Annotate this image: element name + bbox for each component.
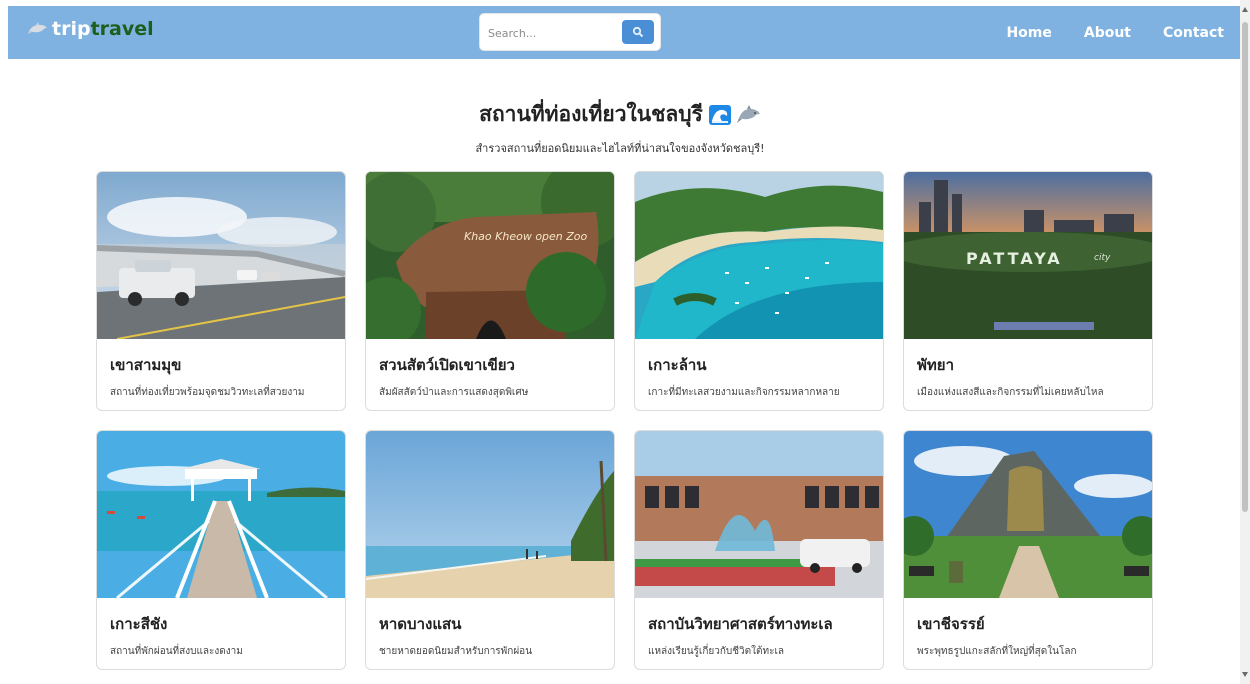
- khao-sam-muk-photo: [97, 172, 345, 339]
- nav-home-link[interactable]: Home: [1006, 25, 1051, 41]
- attraction-card[interactable]: เกาะล้าน เกาะที่มีทะเลสวยงามและกิจกรรมหล…: [634, 171, 884, 411]
- khao-chi-chan-photo: [904, 431, 1152, 598]
- magnifier-icon: [632, 26, 644, 38]
- attraction-card[interactable]: สถาบันวิทยาศาสตร์ทางทะเล แหล่งเรียนรู้เก…: [634, 430, 884, 670]
- scroll-up-icon[interactable]: [1242, 7, 1248, 12]
- card-title: สถาบันวิทยาศาสตร์ทางทะเล: [648, 615, 833, 633]
- pattaya-photo: PATTAYA city: [904, 172, 1152, 339]
- attraction-card[interactable]: เกาะสีชัง สถานที่พักผ่อนที่สงบและงดงาม: [96, 430, 346, 670]
- card-description: สถานที่พักผ่อนที่สงบและงดงาม: [110, 646, 243, 657]
- dolphin-logo-icon: [28, 22, 47, 34]
- card-description: เมืองแห่งแสงสีและกิจกรรมที่ไม่เคยหลับไหล: [917, 387, 1104, 398]
- card-description: แหล่งเรียนรู้เกี่ยวกับชีวิตใต้ทะเล: [648, 646, 785, 657]
- attractions-grid: เขาสามมุข สถานที่ท่องเที่ยวพร้อมจุดชมวิว…: [96, 171, 1153, 670]
- card-description: พระพุทธรูปแกะสลักที่ใหญ่ที่สุดในโลก: [917, 646, 1077, 657]
- card-title: เขาสามมุข: [110, 356, 182, 374]
- attraction-card[interactable]: PATTAYA city พัทยา เมืองแห่งแสงสีและกิจก…: [903, 171, 1153, 411]
- card-title: หาดบางแสน: [379, 615, 462, 633]
- pattaya-city-text: city: [1094, 253, 1111, 263]
- marine-science-institute-photo: [635, 431, 883, 598]
- koh-larn-photo: [635, 172, 883, 339]
- page-heading: สถานที่ท่องเที่ยวในชลบุรี สำรวจสถานที่ยอ…: [0, 98, 1240, 157]
- nav-contact-link[interactable]: Contact: [1163, 25, 1224, 41]
- zoo-sign-text: Khao Kheow open Zoo: [464, 230, 588, 243]
- attraction-card[interactable]: เขาสามมุข สถานที่ท่องเที่ยวพร้อมจุดชมวิว…: [96, 171, 346, 411]
- page-subtitle: สำรวจสถานที่ยอดนิยมและไฮไลท์ที่น่าสนใจขอ…: [475, 142, 765, 155]
- card-description: เกาะที่มีทะเลสวยงามและกิจกรรมหลากหลาย: [648, 387, 840, 398]
- search-input[interactable]: [486, 22, 618, 44]
- card-description: สัมผัสสัตว์ป่าและการแสดงสุดพิเศษ: [379, 387, 529, 398]
- card-title: เกาะสีชัง: [110, 615, 168, 633]
- attraction-card[interactable]: เขาชีจรรย์ พระพุทธรูปแกะสลักที่ใหญ่ที่สุ…: [903, 430, 1153, 670]
- attraction-card[interactable]: หาดบางแสน ชายหาดยอดนิยมสำหรับการพักผ่อน: [365, 430, 615, 670]
- dolphin-icon: [736, 104, 760, 123]
- page-scrollbar[interactable]: [1240, 0, 1250, 684]
- card-description: ชายหาดยอดนิยมสำหรับการพักผ่อน: [379, 646, 533, 657]
- attraction-card[interactable]: Khao Kheow open Zoo สวนสัตว์เปิดเขาเขียว…: [365, 171, 615, 411]
- scroll-thumb[interactable]: [1242, 22, 1248, 512]
- card-title: เกาะล้าน: [648, 356, 707, 374]
- nav-links: Home About Contact: [1006, 6, 1224, 59]
- brand-text-trip: trip: [52, 18, 91, 40]
- navbar: triptravel Home About Contact: [8, 6, 1240, 59]
- card-description: สถานที่ท่องเที่ยวพร้อมจุดชมวิวทะเลที่สวย…: [110, 387, 305, 398]
- page-title: สถานที่ท่องเที่ยวในชลบุรี: [479, 102, 703, 126]
- bang-saen-beach-photo: [366, 431, 614, 598]
- koh-sichang-photo: [97, 431, 345, 598]
- page-title-wrap: สถานที่ท่องเที่ยวในชลบุรี: [479, 98, 761, 131]
- card-title: เขาชีจรรย์: [917, 615, 985, 633]
- wave-icon: [708, 104, 731, 125]
- khao-kheow-zoo-photo: Khao Kheow open Zoo: [366, 172, 614, 339]
- brand-logo[interactable]: trip travel: [28, 18, 154, 40]
- pattaya-sign-text: PATTAYA: [966, 249, 1063, 268]
- search-button[interactable]: [622, 20, 654, 44]
- card-title: พัทยา: [917, 356, 954, 374]
- card-title: สวนสัตว์เปิดเขาเขียว: [379, 356, 515, 374]
- brand-text-travel: travel: [90, 18, 154, 40]
- search-box: [480, 14, 660, 50]
- nav-about-link[interactable]: About: [1084, 25, 1131, 41]
- scroll-down-icon[interactable]: [1242, 672, 1248, 677]
